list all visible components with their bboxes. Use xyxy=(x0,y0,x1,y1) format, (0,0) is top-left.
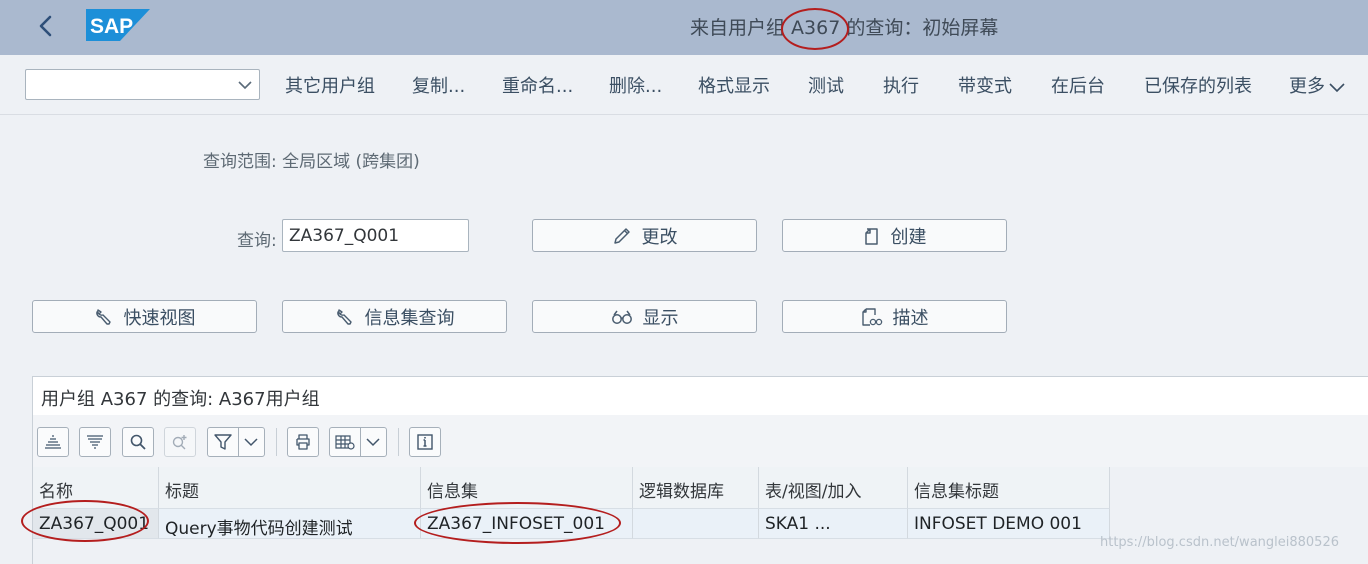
saved-lists-button[interactable]: 已保存的列表 xyxy=(1144,72,1252,98)
toolbar-separator xyxy=(276,428,277,456)
query-input[interactable]: ZA367_Q001 xyxy=(282,219,469,252)
filter-icon xyxy=(214,434,232,450)
column-header-title[interactable]: 标题 xyxy=(159,467,421,508)
filter-button[interactable] xyxy=(207,427,265,457)
with-variant-button[interactable]: 带变式 xyxy=(958,72,1012,98)
infoset-query-button[interactable]: 信息集查询 xyxy=(282,300,507,333)
back-button[interactable] xyxy=(32,10,62,42)
copy-button[interactable]: 复制... xyxy=(412,72,465,98)
infoset-query-button-label: 信息集查询 xyxy=(364,307,455,329)
search-button[interactable] xyxy=(122,427,154,457)
chevron-down-icon xyxy=(1329,83,1345,93)
table-cell-infoset-title[interactable]: INFOSET DEMO 001 xyxy=(908,508,1110,539)
layout-button[interactable] xyxy=(329,427,387,457)
search-next-icon xyxy=(172,435,187,450)
info-button[interactable] xyxy=(409,427,441,457)
wrench-icon xyxy=(95,308,111,325)
back-icon xyxy=(39,15,52,37)
table-cell-infoset[interactable]: ZA367_INFOSET_001 xyxy=(421,508,633,539)
glasses-icon xyxy=(611,310,632,324)
in-background-button[interactable]: 在后台 xyxy=(1051,72,1105,98)
table-title: 用户组 A367 的查询: A367用户组 xyxy=(41,389,320,410)
chevron-down-icon xyxy=(238,81,252,90)
create-button[interactable]: 创建 xyxy=(782,219,1007,252)
info-icon xyxy=(417,434,433,450)
describe-button[interactable]: 描述 xyxy=(782,300,1007,333)
change-button[interactable]: 更改 xyxy=(532,219,757,252)
sort-descending-button[interactable] xyxy=(79,427,111,457)
column-header-infoset[interactable]: 信息集 xyxy=(421,467,633,508)
more-button[interactable]: 更多 xyxy=(1289,72,1345,98)
display-button-label: 显示 xyxy=(642,307,679,329)
toolbar-separator xyxy=(398,428,399,456)
sap-logo: SAP xyxy=(86,9,150,41)
table-cell-name[interactable]: ZA367_Q001 xyxy=(33,508,159,539)
layout-icon xyxy=(335,435,355,450)
describe-button-label: 描述 xyxy=(892,307,929,329)
document-icon xyxy=(864,227,878,245)
search-icon xyxy=(130,434,146,450)
chevron-down-icon xyxy=(366,438,380,447)
shell-bar xyxy=(0,0,1368,55)
search-next-button[interactable] xyxy=(164,427,196,457)
table-cell-table-view-join[interactable]: SKA1 ... xyxy=(759,508,908,539)
quick-view-button[interactable]: 快速视图 xyxy=(32,300,257,333)
create-button-label: 创建 xyxy=(890,226,927,248)
wrench-icon xyxy=(336,308,352,325)
sort-ascending-button[interactable] xyxy=(37,427,69,457)
more-label: 更多 xyxy=(1289,76,1325,97)
describe-icon xyxy=(861,307,882,326)
change-button-label: 更改 xyxy=(641,226,678,248)
execute-button[interactable]: 执行 xyxy=(883,72,919,98)
query-label: 查询: xyxy=(237,231,277,251)
column-header-logical-database[interactable]: 逻辑数据库 xyxy=(633,467,759,508)
table-cell-title[interactable]: Query事物代码创建测试 xyxy=(159,508,421,539)
column-header-name[interactable]: 名称 xyxy=(33,467,159,508)
format-display-button[interactable]: 格式显示 xyxy=(698,72,770,98)
pencil-icon xyxy=(613,227,630,244)
column-header-table-view-join[interactable]: 表/视图/加入 xyxy=(759,467,908,508)
delete-button[interactable]: 删除... xyxy=(609,72,662,98)
test-button[interactable]: 测试 xyxy=(808,72,844,98)
display-button[interactable]: 显示 xyxy=(532,300,757,333)
sort-ascending-icon xyxy=(45,435,61,449)
page-title: 来自用户组 A367 的查询：初始屏幕 xyxy=(690,8,999,50)
rename-button[interactable]: 重命名... xyxy=(502,72,573,98)
page-title-prefix: 来自用户组 xyxy=(690,17,792,39)
sort-descending-icon xyxy=(87,435,103,449)
chevron-down-icon xyxy=(244,438,258,447)
sap-logo-text: SAP xyxy=(90,15,133,38)
page-title-suffix: 的查询：初始屏幕 xyxy=(840,17,999,39)
watermark: https://blog.csdn.net/wanglei880526 xyxy=(1100,535,1339,550)
page-title-user-group-text: A367 xyxy=(791,17,841,39)
print-button[interactable] xyxy=(287,427,319,457)
table-cell-logical-database[interactable] xyxy=(633,508,759,539)
variant-select[interactable] xyxy=(25,69,260,100)
query-area-label: 查询范围: 全局区域 (跨集团) xyxy=(203,152,420,172)
column-header-infoset-title[interactable]: 信息集标题 xyxy=(908,467,1110,508)
other-user-group-button[interactable]: 其它用户组 xyxy=(285,72,375,98)
page-title-user-group: A367 xyxy=(781,8,850,50)
print-icon xyxy=(296,434,310,450)
quick-view-button-label: 快速视图 xyxy=(123,307,196,329)
